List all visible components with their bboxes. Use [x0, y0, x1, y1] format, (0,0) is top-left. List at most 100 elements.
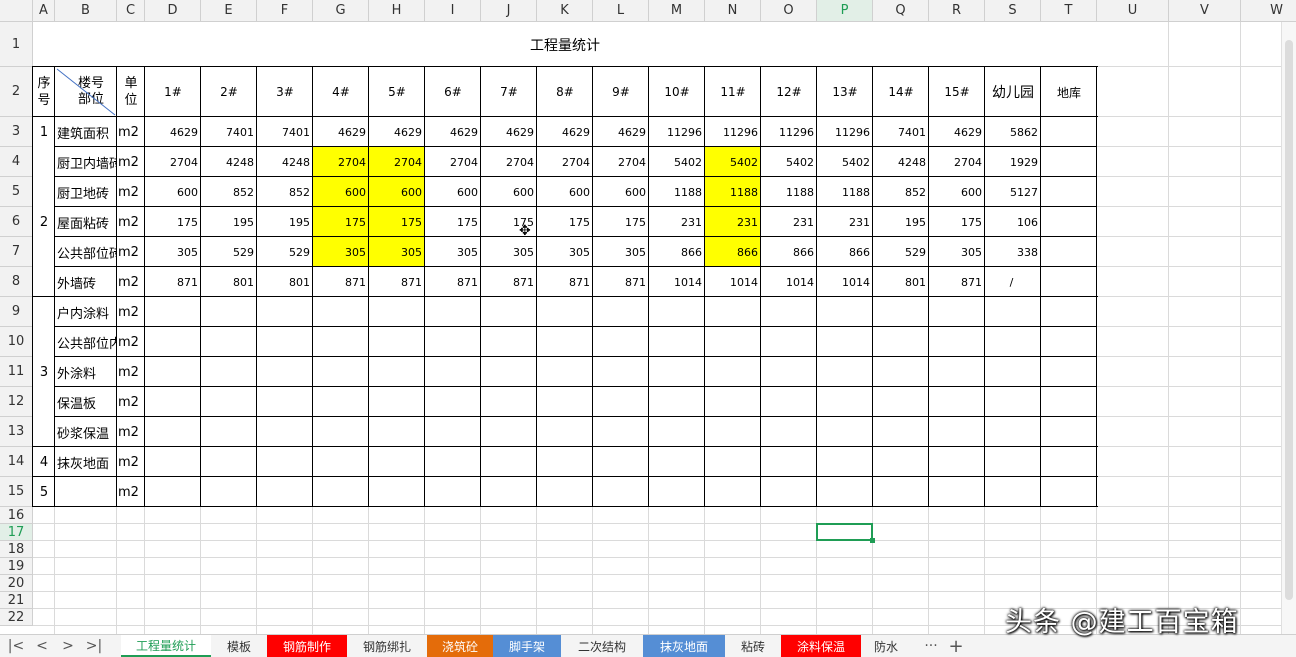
- column-header-q[interactable]: Q: [873, 0, 929, 22]
- table-cell[interactable]: [145, 477, 201, 507]
- table-cell[interactable]: 4248: [257, 147, 313, 177]
- table-cell[interactable]: [593, 297, 649, 327]
- table-cell[interactable]: 2704: [929, 147, 985, 177]
- add-sheet-icon[interactable]: +: [944, 635, 968, 657]
- table-cell[interactable]: [985, 477, 1041, 507]
- table-cell[interactable]: [257, 297, 313, 327]
- table-cell[interactable]: [817, 417, 873, 447]
- table-cell[interactable]: [1041, 357, 1097, 387]
- column-header-w[interactable]: W: [1241, 0, 1296, 22]
- table-cell[interactable]: 5127: [985, 177, 1041, 207]
- table-cell[interactable]: [481, 327, 537, 357]
- table-cell[interactable]: 231: [705, 207, 761, 237]
- table-cell[interactable]: [929, 477, 985, 507]
- table-cell[interactable]: [761, 357, 817, 387]
- table-cell[interactable]: [481, 417, 537, 447]
- table-cell[interactable]: 801: [873, 267, 929, 297]
- table-cell[interactable]: [425, 387, 481, 417]
- table-cell[interactable]: 305: [929, 237, 985, 267]
- table-cell[interactable]: 1014: [705, 267, 761, 297]
- table-cell[interactable]: 175: [537, 207, 593, 237]
- row-header-4[interactable]: 4: [0, 147, 33, 177]
- selected-cell[interactable]: [816, 523, 875, 543]
- table-cell[interactable]: [369, 387, 425, 417]
- table-cell[interactable]: [1041, 147, 1097, 177]
- table-cell[interactable]: [929, 327, 985, 357]
- table-cell[interactable]: [425, 417, 481, 447]
- table-cell[interactable]: 1188: [649, 177, 705, 207]
- table-cell[interactable]: [369, 447, 425, 477]
- table-cell[interactable]: 2704: [369, 147, 425, 177]
- table-cell[interactable]: [425, 327, 481, 357]
- column-header-o[interactable]: O: [761, 0, 817, 22]
- table-cell[interactable]: 871: [313, 267, 369, 297]
- select-all-corner[interactable]: [0, 0, 33, 22]
- row-header-20[interactable]: 20: [0, 575, 33, 592]
- table-cell[interactable]: 871: [145, 267, 201, 297]
- table-cell[interactable]: 600: [425, 177, 481, 207]
- table-cell[interactable]: 871: [481, 267, 537, 297]
- table-cell[interactable]: [761, 417, 817, 447]
- table-cell[interactable]: [1041, 207, 1097, 237]
- column-header-d[interactable]: D: [145, 0, 201, 22]
- table-cell[interactable]: 4629: [145, 117, 201, 147]
- table-cell[interactable]: [481, 477, 537, 507]
- table-cell[interactable]: [201, 447, 257, 477]
- table-cell[interactable]: [425, 447, 481, 477]
- table-cell[interactable]: 7401: [257, 117, 313, 147]
- table-cell[interactable]: [761, 477, 817, 507]
- table-cell[interactable]: [145, 387, 201, 417]
- row-header-1[interactable]: 1: [0, 22, 33, 67]
- table-cell[interactable]: 801: [257, 267, 313, 297]
- column-header-c[interactable]: C: [117, 0, 145, 22]
- table-cell[interactable]: 175: [929, 207, 985, 237]
- row-header-15[interactable]: 15: [0, 477, 33, 507]
- table-cell[interactable]: [761, 327, 817, 357]
- table-cell[interactable]: [1041, 117, 1097, 147]
- table-cell[interactable]: 600: [313, 177, 369, 207]
- table-cell[interactable]: 2704: [481, 147, 537, 177]
- table-cell[interactable]: [313, 297, 369, 327]
- sheet-tab-2[interactable]: 模板: [211, 635, 267, 657]
- table-cell[interactable]: [649, 357, 705, 387]
- table-cell[interactable]: [1041, 177, 1097, 207]
- table-cell[interactable]: [649, 327, 705, 357]
- table-cell[interactable]: [257, 447, 313, 477]
- table-cell[interactable]: 600: [929, 177, 985, 207]
- column-header-f[interactable]: F: [257, 0, 313, 22]
- first-sheet-icon[interactable]: |<: [4, 635, 28, 657]
- table-cell[interactable]: 600: [481, 177, 537, 207]
- table-cell[interactable]: [481, 447, 537, 477]
- table-cell[interactable]: [985, 297, 1041, 327]
- table-cell[interactable]: [649, 297, 705, 327]
- table-cell[interactable]: [705, 357, 761, 387]
- table-cell[interactable]: 175: [425, 207, 481, 237]
- column-header-l[interactable]: L: [593, 0, 649, 22]
- table-cell[interactable]: 106: [985, 207, 1041, 237]
- row-header-17[interactable]: 17: [0, 524, 33, 541]
- prev-sheet-icon[interactable]: <: [30, 635, 54, 657]
- table-cell[interactable]: [873, 297, 929, 327]
- table-cell[interactable]: 529: [257, 237, 313, 267]
- table-cell[interactable]: 195: [257, 207, 313, 237]
- vertical-scrollbar[interactable]: [1281, 22, 1296, 634]
- table-cell[interactable]: [313, 357, 369, 387]
- column-header-u[interactable]: U: [1097, 0, 1169, 22]
- sheet-tab-6[interactable]: 脚手架: [493, 635, 561, 657]
- table-cell[interactable]: 866: [817, 237, 873, 267]
- table-cell[interactable]: [705, 327, 761, 357]
- table-cell[interactable]: 529: [873, 237, 929, 267]
- table-cell[interactable]: 305: [313, 237, 369, 267]
- column-header-h[interactable]: H: [369, 0, 425, 22]
- table-cell[interactable]: 305: [593, 237, 649, 267]
- table-cell[interactable]: [425, 297, 481, 327]
- spreadsheet-grid[interactable]: A B C D E F G H I J K L M N O P Q R S T U V W 1 2 3 4 5 6 7 8 9 10 11 12 13…: [0, 0, 1296, 657]
- table-cell[interactable]: [649, 387, 705, 417]
- table-cell[interactable]: [817, 387, 873, 417]
- table-cell[interactable]: 866: [649, 237, 705, 267]
- table-cell[interactable]: [537, 297, 593, 327]
- table-cell[interactable]: [929, 297, 985, 327]
- table-cell[interactable]: [593, 417, 649, 447]
- table-cell[interactable]: [649, 417, 705, 447]
- sheet-tab-4[interactable]: 钢筋绑扎: [347, 635, 427, 657]
